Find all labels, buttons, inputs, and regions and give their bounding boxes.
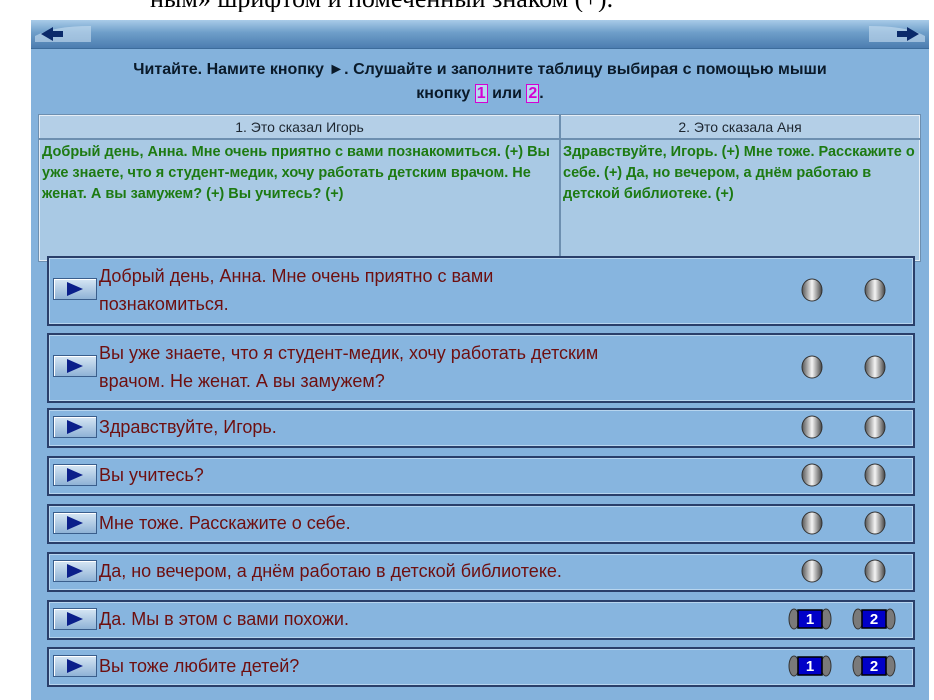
play-icon: [67, 516, 83, 530]
phrase-line: врачом. Не женат. А вы замужем?: [99, 371, 385, 391]
sphere-choice-icon: [801, 355, 823, 379]
phrase-text: Да. Мы в этом с вами похожи.: [99, 609, 349, 629]
play-icon: [67, 564, 83, 578]
table-header-anya: 2. Это сказала Аня: [559, 114, 921, 140]
choice-button-2[interactable]: 2: [852, 608, 896, 630]
sphere-choice-icon: [801, 559, 823, 583]
play-button[interactable]: [53, 278, 97, 300]
sphere-choice-icon: [864, 355, 886, 379]
play-icon: [67, 282, 83, 296]
play-button[interactable]: [53, 560, 97, 582]
instructions: Читайте. Намите кнопку ►. Слушайте и зап…: [31, 58, 929, 106]
choice-label: 1: [806, 658, 814, 675]
sphere-choice-icon: [801, 415, 823, 439]
sphere-choice-icon: [864, 559, 886, 583]
sphere-choice-icon: [801, 463, 823, 487]
play-icon: [67, 468, 83, 482]
answer-table: 1. Это сказал Игорь 2. Это сказала Аня Д…: [38, 114, 921, 262]
choice-label: 2: [870, 658, 878, 675]
choice-button-1[interactable]: 1: [788, 608, 832, 630]
sphere-choice-icon: [864, 511, 886, 535]
choice-button-1[interactable]: 1: [788, 655, 832, 677]
sphere-choice-icon: [801, 511, 823, 535]
phrase-text: Вы тоже любите детей?: [99, 656, 300, 676]
phrase-row: Вы уже знаете, что я студент-медик, хочу…: [47, 333, 915, 403]
instructions-line2: кнопку 1 или 2.: [31, 82, 929, 106]
phrase-text: Вы учитесь?: [99, 465, 204, 485]
sphere-choice-icon: [864, 278, 886, 302]
instructions-after: .: [539, 85, 544, 102]
sphere-choice-icon: [864, 415, 886, 439]
play-button[interactable]: [53, 464, 97, 486]
phrase-text: Здравствуйте, Игорь.: [99, 417, 277, 437]
number-box-1: 1: [474, 84, 488, 103]
play-button[interactable]: [53, 355, 97, 377]
arrow-left-icon[interactable]: [33, 24, 93, 44]
phrase-row: Добрый день, Анна. Мне очень приятно с в…: [47, 256, 915, 326]
exercise-frame: Читайте. Намите кнопку ►. Слушайте и зап…: [31, 20, 929, 700]
play-icon: [67, 420, 83, 434]
sphere-choice-icon: [801, 278, 823, 302]
instructions-line2-before: кнопку: [416, 85, 475, 102]
phrase-row: Здравствуйте, Игорь.: [47, 408, 915, 448]
phrase-line: Добрый день, Анна. Мне очень приятно с в…: [99, 266, 494, 286]
table-cell-igor: Добрый день, Анна. Мне очень приятно с в…: [38, 138, 561, 262]
table-cell-anya: Здравствуйте, Игорь. (+) Мне тоже. Расск…: [559, 138, 921, 262]
play-icon: [67, 612, 83, 626]
phrase-row: Вы учитесь?: [47, 456, 915, 496]
phrase-text: Да, но вечером, а днём работаю в детской…: [99, 561, 562, 581]
choice-button-2[interactable]: 2: [852, 655, 896, 677]
play-button[interactable]: [53, 655, 97, 677]
phrase-text: Добрый день, Анна. Мне очень приятно с в…: [99, 262, 493, 318]
play-button[interactable]: [53, 416, 97, 438]
arrow-right-icon[interactable]: [867, 24, 927, 44]
number-box-2: 2: [526, 84, 540, 103]
phrase-row: Мне тоже. Расскажите о себе.: [47, 504, 915, 544]
table-header-igor: 1. Это сказал Игорь: [38, 114, 561, 140]
phrase-line: Вы уже знаете, что я студент-медик, хочу…: [99, 343, 599, 363]
phrase-text: Вы уже знаете, что я студент-медик, хочу…: [99, 339, 598, 395]
instructions-line1: Читайте. Намите кнопку ►. Слушайте и зап…: [133, 61, 827, 78]
phrase-text: Мне тоже. Расскажите о себе.: [99, 513, 351, 533]
phrase-row: Да, но вечером, а днём работаю в детской…: [47, 552, 915, 592]
sphere-choice-icon: [864, 463, 886, 487]
navigation-bar: [31, 20, 929, 49]
phrase-line: познакомиться.: [99, 294, 229, 314]
instructions-mid: или: [487, 85, 527, 102]
play-icon: [67, 659, 83, 673]
choice-label: 2: [870, 611, 878, 628]
page-heading-fragment: ным» шрифтом и помеченный знаком (+).: [150, 0, 850, 12]
phrase-row: Да. Мы в этом с вами похожи. 1 2: [47, 600, 915, 640]
play-icon: [67, 359, 83, 373]
play-button[interactable]: [53, 512, 97, 534]
play-button[interactable]: [53, 608, 97, 630]
choice-label: 1: [806, 611, 814, 628]
phrase-row: Вы тоже любите детей? 1 2: [47, 647, 915, 687]
